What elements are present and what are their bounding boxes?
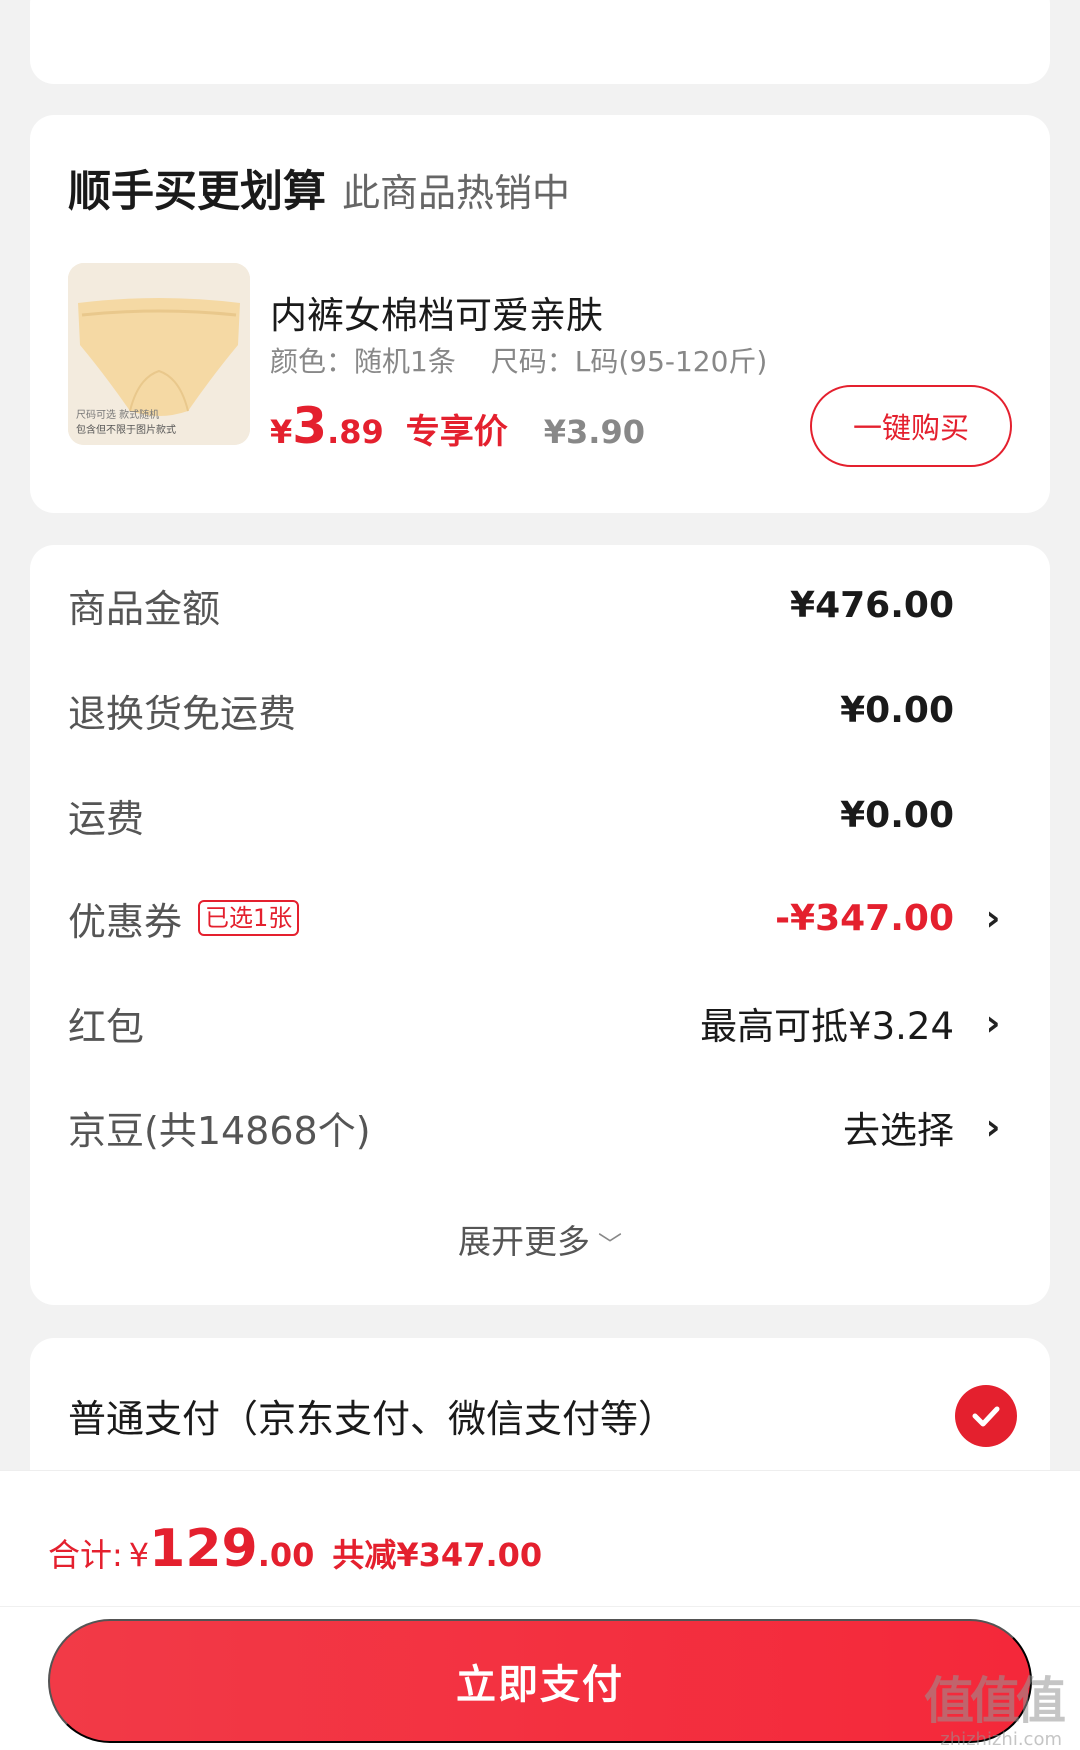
pay-now-button[interactable]: 立即支付 xyxy=(48,1619,1032,1743)
one-click-buy-button[interactable]: 一键购买 xyxy=(810,385,1012,467)
check-icon[interactable] xyxy=(955,1385,1017,1447)
chevron-down-icon: ﹀ xyxy=(598,1231,622,1259)
underwear-product-picture: 尺码可选 款式随机 包含但不限于图片款式 xyxy=(68,263,250,445)
expand-more-label: 展开更多 xyxy=(458,1222,590,1261)
coupon-value: -¥347.00 xyxy=(775,897,954,939)
shipping-value: ¥0.00 xyxy=(840,794,954,836)
summary-label: 商品金额 xyxy=(68,586,221,631)
product-image[interactable]: 尺码可选 款式随机 包含但不限于图片款式 xyxy=(68,263,250,445)
total-decimal: .00 xyxy=(257,1536,315,1574)
red-packet-value: 最高可抵¥3.24 xyxy=(700,1005,954,1048)
total-row: 合计: ¥ 129 .00 共减¥347.00 xyxy=(48,1519,542,1579)
product-name[interactable]: 内裤女棉档可爱亲肤 xyxy=(270,285,603,339)
goods-amount-value: ¥476.00 xyxy=(790,584,954,626)
total-saved: 共减¥347.00 xyxy=(332,1536,543,1574)
price-currency: ¥ xyxy=(270,413,293,451)
upsell-card: 顺手买更划算 此商品热销中 尺码可选 款式随机 包含但不限于图片款式 内裤女棉档… xyxy=(30,115,1050,513)
total-currency: ¥ xyxy=(128,1536,150,1574)
price-integer: 3 xyxy=(292,397,328,455)
product-size: 尺码：L码(95-120斤) xyxy=(490,345,768,378)
summary-label: 京豆(共14868个) xyxy=(68,1108,371,1153)
price-decimal: .89 xyxy=(327,413,384,451)
summary-label: 红包 xyxy=(68,1004,145,1049)
order-summary-card: 商品金额 ¥476.00 退换货免运费 ¥0.00 运费 ¥0.00 优惠券 已… xyxy=(30,545,1050,1305)
summary-row-free-return: 退换货免运费 ¥0.00 xyxy=(68,680,1012,740)
summary-row-shipping: 运费 ¥0.00 xyxy=(68,785,1012,845)
divider xyxy=(0,1606,1080,1607)
summary-row-red-packet[interactable]: 红包 最高可抵¥3.24 › xyxy=(68,993,1012,1053)
jingdou-value: 去选择 xyxy=(843,1109,954,1152)
summary-row-coupon[interactable]: 优惠券 已选1张 -¥347.00 › xyxy=(68,888,1012,948)
summary-value: -¥347.00 › xyxy=(775,898,1012,939)
chevron-right-icon: › xyxy=(985,1106,1001,1148)
total-integer: 129 xyxy=(149,1519,258,1579)
price-row: ¥ 3 .89 专享价 ¥3.90 xyxy=(270,397,645,455)
payment-method-label: 普通支付（京东支付、微信支付等） xyxy=(68,1397,677,1441)
coupon-selected-badge: 已选1张 xyxy=(198,899,300,937)
chevron-right-icon: › xyxy=(985,1002,1001,1044)
product-color: 颜色：随机1条 xyxy=(270,345,456,378)
upsell-subtitle: 此商品热销中 xyxy=(342,171,571,215)
chevron-right-icon: › xyxy=(985,897,1001,939)
summary-value: 去选择 › xyxy=(843,1100,1012,1154)
previous-card xyxy=(30,0,1050,84)
image-caption-1: 尺码可选 款式随机 xyxy=(76,408,159,421)
checkout-bar: 合计: ¥ 129 .00 共减¥347.00 立即支付 值值值 zhizhiz… xyxy=(0,1470,1080,1750)
summary-label: 运费 xyxy=(68,796,145,841)
upsell-header: 顺手买更划算 此商品热销中 xyxy=(68,157,570,219)
summary-value: ¥0.00 xyxy=(840,690,1012,731)
original-price: ¥3.90 xyxy=(543,413,645,451)
total-label: 合计: xyxy=(48,1536,123,1574)
summary-value: ¥0.00 xyxy=(840,795,1012,836)
summary-row-goods-amount: 商品金额 ¥476.00 xyxy=(68,575,1012,635)
product-spec: 颜色：随机1条 尺码：L码(95-120斤) xyxy=(270,340,767,380)
image-caption-2: 包含但不限于图片款式 xyxy=(76,423,176,436)
coupon-label: 优惠券 xyxy=(68,899,183,944)
exclusive-price-tag: 专享价 xyxy=(405,412,508,452)
summary-label: 退换货免运费 xyxy=(68,691,297,736)
summary-row-jingdou[interactable]: 京豆(共14868个) 去选择 › xyxy=(68,1097,1012,1157)
free-return-value: ¥0.00 xyxy=(840,689,954,731)
summary-value: 最高可抵¥3.24 › xyxy=(700,996,1012,1050)
upsell-title: 顺手买更划算 xyxy=(68,167,326,217)
summary-label: 优惠券 已选1张 xyxy=(68,891,300,946)
summary-value: ¥476.00 xyxy=(790,585,1012,626)
expand-more-button[interactable]: 展开更多 ﹀ xyxy=(30,1215,1050,1263)
checkmark-glyph xyxy=(972,1406,1000,1427)
